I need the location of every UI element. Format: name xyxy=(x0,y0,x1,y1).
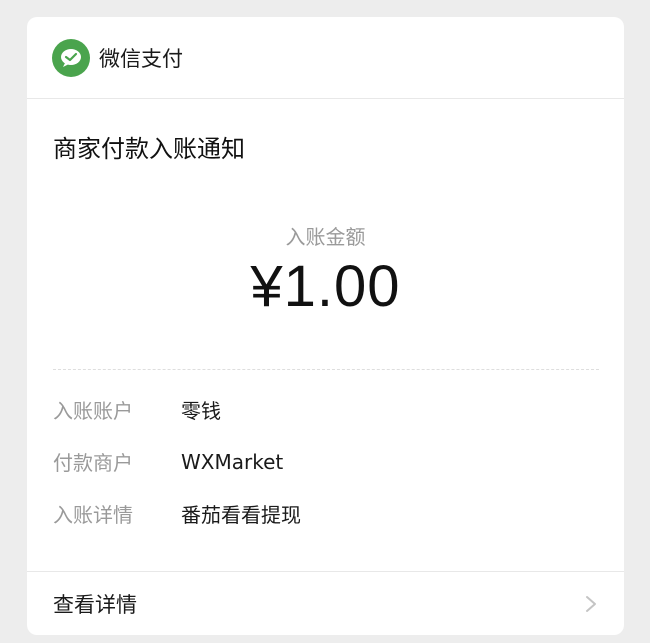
chevron-right-icon xyxy=(586,595,596,612)
detail-key: 入账账户 xyxy=(53,399,133,423)
view-details-label: 查看详情 xyxy=(53,592,137,617)
detail-value: 零钱 xyxy=(181,399,221,423)
amount-label: 入账金额 xyxy=(285,225,366,249)
detail-value: 番茄看看提现 xyxy=(181,503,301,527)
detail-row-info: 入账详情 番茄看看提现 xyxy=(53,499,301,528)
notice-title: 商家付款入账通知 xyxy=(53,135,245,163)
amount-value: ¥1.00 xyxy=(250,254,401,319)
detail-key: 付款商户 xyxy=(53,451,133,475)
detail-row-account: 入账账户 零钱 xyxy=(53,395,221,424)
notification-card: 微信支付 商家付款入账通知 入账金额 ¥1.00 入账账户 零钱 付款商户 WX… xyxy=(27,17,624,635)
detail-value: WXMarket xyxy=(181,449,284,474)
detail-key: 入账详情 xyxy=(53,503,133,527)
wechat-pay-icon xyxy=(52,38,90,77)
detail-row-merchant: 付款商户 WXMarket xyxy=(53,447,283,476)
view-details-link[interactable]: 查看详情 xyxy=(27,571,624,635)
card-header: 微信支付 xyxy=(27,17,624,99)
brand-name: 微信支付 xyxy=(99,46,183,71)
divider xyxy=(53,369,599,370)
